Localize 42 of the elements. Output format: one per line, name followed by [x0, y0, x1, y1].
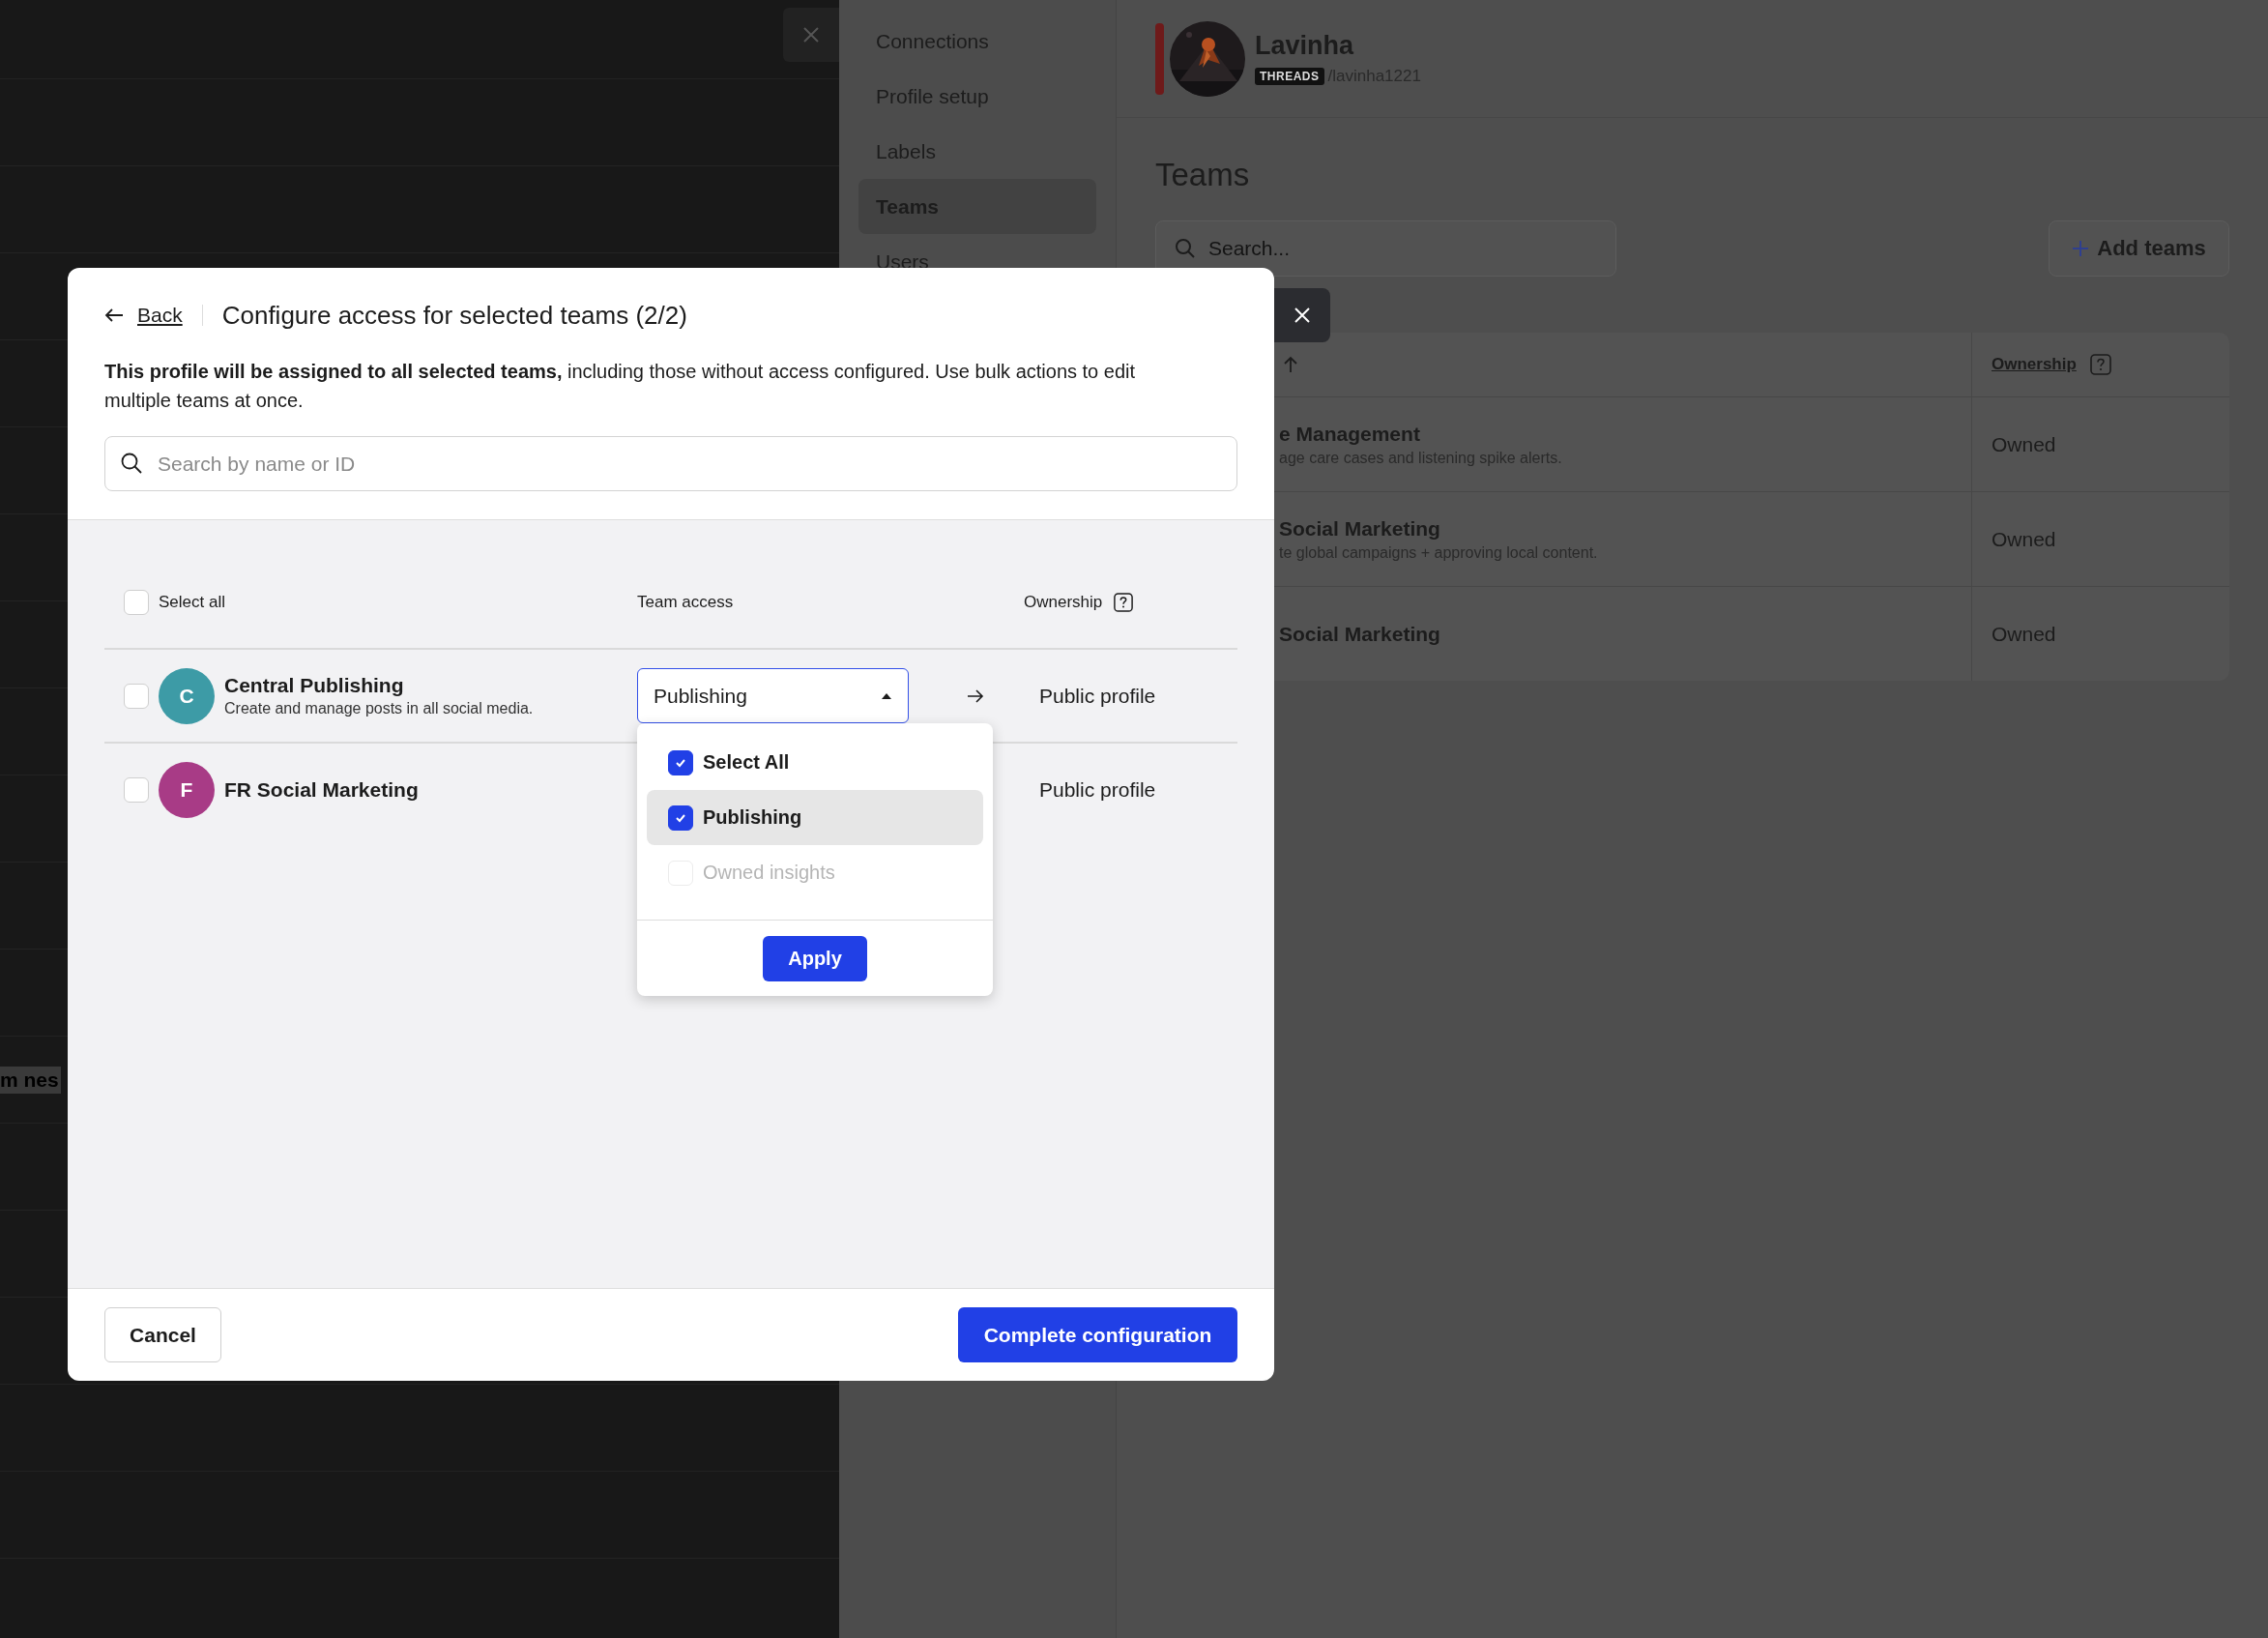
menu-option[interactable]: Publishing [647, 790, 983, 845]
close-icon [802, 26, 820, 44]
team-name: Social Marketing [1279, 622, 1440, 646]
search-icon [1175, 238, 1196, 259]
arrow-right-icon [967, 687, 984, 704]
menu-option[interactable]: Select All [647, 735, 983, 790]
dialog-title: Configure access for selected teams (2/2) [221, 300, 687, 331]
team-name: FR Social Marketing [224, 777, 419, 802]
row-text: m nes [0, 1066, 61, 1094]
team-name: Social Marketing [1279, 516, 1440, 541]
help-icon[interactable] [1114, 592, 1134, 612]
ownership-value: Public profile [1038, 684, 1156, 708]
search-icon [120, 452, 143, 475]
access-dropdown[interactable]: Publishing [637, 668, 909, 723]
team-avatar: C [159, 667, 215, 724]
search-field[interactable]: Search... [1155, 220, 1616, 277]
back-link[interactable]: Back [137, 304, 183, 327]
back-arrow-icon[interactable] [104, 307, 124, 323]
table-cell: Owned [1992, 432, 2056, 456]
checkbox[interactable] [668, 804, 693, 831]
plus-icon [2072, 240, 2090, 257]
complete-configuration-button[interactable]: Complete configuration [958, 1307, 1237, 1362]
caret-icon [881, 691, 892, 700]
team-description: Create and manage posts in all social media. [224, 700, 534, 717]
close-button[interactable] [1274, 288, 1330, 342]
table-cell: Owned [1992, 527, 2056, 551]
select-all-label: Select all [159, 592, 225, 612]
team-name: e Management [1279, 422, 1420, 446]
sort-arrow-icon[interactable] [1283, 356, 1298, 373]
network-badge: THREADS [1255, 68, 1324, 85]
cancel-button[interactable]: Cancel [104, 1307, 221, 1362]
dialog-description: This profile will be assigned to all selected teams, including those without access configured. Use bulk actions to edit multiple teams at once. [104, 360, 1137, 413]
column-header: Ownership [1024, 592, 1103, 612]
team-name: Central Publishing [224, 674, 405, 697]
column-header: Team access [637, 592, 734, 612]
checkbox[interactable] [668, 749, 693, 775]
table-cell: Owned [1992, 622, 2056, 646]
menu-option: Owned insights [647, 845, 983, 900]
ownership-value: Public profile [1038, 777, 1156, 802]
close-icon [1293, 306, 1312, 325]
apply-button[interactable]: Apply [763, 935, 867, 981]
team-avatar: F [159, 761, 215, 818]
